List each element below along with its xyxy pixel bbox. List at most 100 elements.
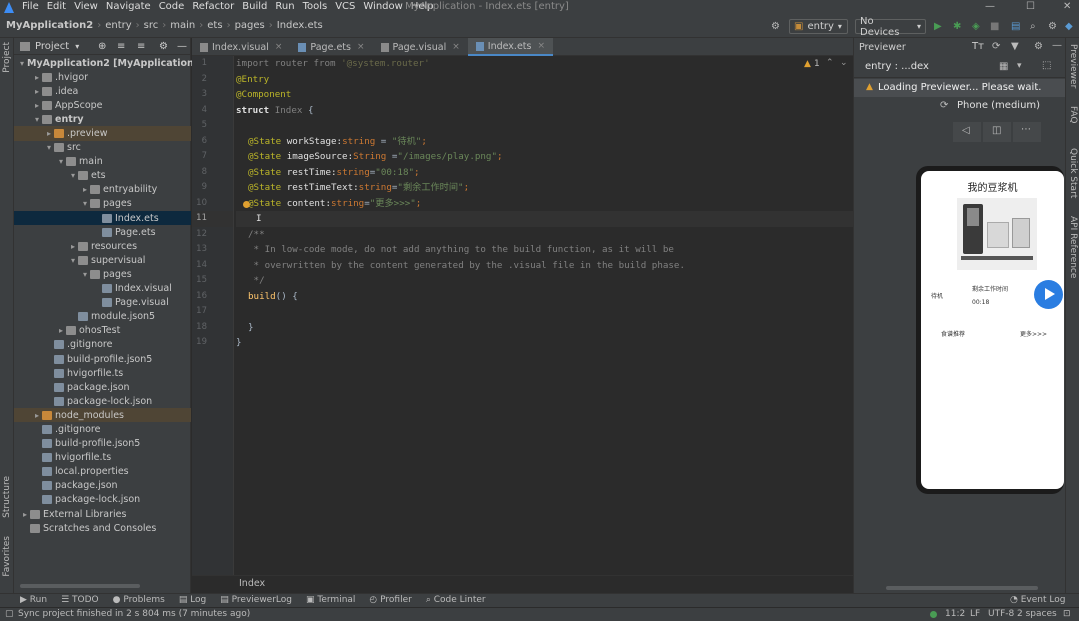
- editor-tab[interactable]: Index.visual ×: [192, 38, 290, 56]
- menu-code[interactable]: Code: [159, 1, 185, 12]
- chevron-down-icon[interactable]: ▾: [1017, 61, 1022, 71]
- tool-window-project[interactable]: Project: [2, 42, 12, 73]
- project-view-select[interactable]: Project: [35, 41, 69, 52]
- tree-item[interactable]: Page.ets: [14, 225, 191, 239]
- chevron-down-icon[interactable]: ▾: [44, 143, 54, 152]
- caret-position[interactable]: 11:2: [945, 609, 965, 619]
- back-button[interactable]: ◁: [953, 122, 981, 142]
- tool-window-code-linter[interactable]: ⌕ Code Linter: [426, 595, 486, 605]
- horizontal-scrollbar[interactable]: [20, 584, 140, 588]
- tool-window-previewerlog[interactable]: ▤ PreviewerLog: [220, 595, 292, 605]
- menu-view[interactable]: View: [74, 1, 98, 12]
- minimize-icon[interactable]: —: [985, 1, 995, 12]
- editor-tab[interactable]: Page.ets ×: [290, 38, 372, 56]
- run-config-select[interactable]: ▣ entry ▾: [789, 19, 848, 34]
- chevron-right-icon[interactable]: ▸: [56, 326, 66, 335]
- text-tool-icon[interactable]: Tт: [972, 41, 984, 52]
- close-icon[interactable]: ✕: [1063, 1, 1071, 12]
- expand-all-icon[interactable]: ≡: [117, 41, 125, 52]
- tree-item[interactable]: Index.ets: [14, 211, 191, 226]
- tool-window-todo[interactable]: ☰ TODO: [61, 595, 99, 605]
- bulb-icon[interactable]: [243, 201, 250, 208]
- breadcrumb-item[interactable]: entry: [105, 20, 131, 31]
- menu-build[interactable]: Build: [242, 1, 267, 12]
- tree-item[interactable]: ▸ .idea: [14, 84, 191, 98]
- close-tab-icon[interactable]: ×: [452, 42, 460, 52]
- editor-breadcrumb[interactable]: Index: [239, 578, 265, 589]
- chevron-right-icon[interactable]: ▸: [32, 87, 42, 96]
- tree-item[interactable]: build-profile.json5: [14, 437, 191, 451]
- tool-window-faq[interactable]: FAQ: [1068, 106, 1078, 123]
- tree-item[interactable]: package.json: [14, 479, 191, 493]
- indent-setting[interactable]: 2 spaces: [1017, 609, 1057, 619]
- chevron-down-icon[interactable]: ▾: [80, 199, 90, 208]
- tree-item[interactable]: local.properties: [14, 465, 191, 479]
- tree-item[interactable]: ▸ ohosTest: [14, 324, 191, 338]
- inspector-icon[interactable]: ▼: [1011, 41, 1019, 52]
- close-tab-icon[interactable]: ×: [275, 42, 283, 52]
- code-area[interactable]: import router from '@system.router' @Ent…: [236, 56, 853, 351]
- tree-item[interactable]: package-lock.json: [14, 394, 191, 408]
- locate-icon[interactable]: ⊕: [98, 41, 106, 52]
- editor-tab[interactable]: Page.visual ×: [373, 38, 468, 56]
- tool-window-log[interactable]: ▤ Log: [179, 595, 206, 605]
- attach-debugger-icon[interactable]: ◈: [972, 21, 980, 32]
- chevron-right-icon[interactable]: ▸: [32, 101, 42, 110]
- health-indicator-icon[interactable]: [930, 611, 937, 618]
- hide-icon[interactable]: —: [1052, 40, 1062, 51]
- menu-vcs[interactable]: VCS: [335, 1, 355, 12]
- tree-item[interactable]: .gitignore: [14, 422, 191, 436]
- tool-window-problems[interactable]: ● Problems: [113, 595, 165, 605]
- settings-gear-icon[interactable]: ⚙: [771, 21, 780, 32]
- tree-item[interactable]: ▸ resources: [14, 239, 191, 253]
- tree-item[interactable]: build-profile.json5: [14, 352, 191, 366]
- chevron-right-icon[interactable]: ▸: [80, 185, 90, 194]
- menu-refactor[interactable]: Refactor: [192, 1, 234, 12]
- tool-window-quick-start[interactable]: Quick Start: [1068, 148, 1078, 198]
- tool-window-favorites[interactable]: Favorites: [2, 536, 12, 577]
- chevron-right-icon[interactable]: ▸: [20, 510, 30, 519]
- breadcrumb-item[interactable]: Index.ets: [277, 20, 323, 31]
- chevron-down-icon[interactable]: ▾: [75, 42, 79, 51]
- chevron-right-icon[interactable]: ▸: [44, 129, 54, 138]
- tree-item[interactable]: hvigorfile.ts: [14, 366, 191, 380]
- gear-icon[interactable]: ⚙: [159, 41, 168, 52]
- menu-edit[interactable]: Edit: [47, 1, 66, 12]
- breadcrumb-item[interactable]: ets: [207, 20, 222, 31]
- tree-item[interactable]: Scratches and Consoles: [14, 521, 191, 535]
- event-log-button[interactable]: ◔ Event Log: [1010, 595, 1065, 605]
- grid-icon[interactable]: ▦: [999, 61, 1008, 72]
- search-icon[interactable]: ⌕: [1030, 21, 1036, 32]
- tree-item[interactable]: ▾ pages: [14, 197, 191, 211]
- lock-icon[interactable]: ⊡: [1063, 609, 1071, 619]
- tool-window-previewer[interactable]: Previewer: [1068, 44, 1078, 88]
- chevron-down-icon[interactable]: ▾: [32, 115, 42, 124]
- tool-window-terminal[interactable]: ▣ Terminal: [306, 595, 355, 605]
- tree-item[interactable]: ▾ entry: [14, 112, 191, 126]
- file-encoding[interactable]: UTF-8: [988, 609, 1014, 619]
- breadcrumb-item[interactable]: src: [144, 20, 159, 31]
- tree-item[interactable]: ▸ .hvigor: [14, 70, 191, 84]
- close-tab-icon[interactable]: ×: [537, 41, 545, 51]
- status-message[interactable]: Sync project finished in 2 s 804 ms (7 m…: [18, 609, 250, 619]
- next-highlight-icon[interactable]: ⌄: [840, 58, 848, 68]
- stop-icon[interactable]: ■: [990, 21, 999, 32]
- chevron-right-icon[interactable]: ▸: [32, 411, 42, 420]
- tree-item[interactable]: ▾ src: [14, 141, 191, 155]
- tool-window-run[interactable]: ▶ Run: [20, 595, 47, 605]
- tool-window-profiler[interactable]: ◴ Profiler: [369, 595, 411, 605]
- tree-item[interactable]: ▸ entryability: [14, 183, 191, 197]
- tool-window-api-reference[interactable]: API Reference: [1068, 216, 1078, 278]
- more-button[interactable]: ⋯: [1013, 122, 1041, 142]
- line-separator[interactable]: LF: [970, 609, 980, 619]
- chevron-down-icon[interactable]: ▾: [68, 171, 78, 180]
- phone-screen[interactable]: 我的豆浆机 待机 剩余工作时间 00:18 食谱推荐 更多>>>: [921, 171, 1064, 489]
- tree-item[interactable]: Page.visual: [14, 296, 191, 310]
- run-icon[interactable]: ▶: [934, 21, 942, 32]
- device-manager-icon[interactable]: ▤: [1011, 21, 1020, 32]
- more-link[interactable]: 更多>>>: [1020, 329, 1047, 338]
- tree-item[interactable]: ▸ .preview: [14, 126, 191, 141]
- tree-item[interactable]: ▾ pages: [14, 267, 191, 281]
- tree-item[interactable]: .gitignore: [14, 338, 191, 352]
- chevron-down-icon[interactable]: ▾: [56, 157, 66, 166]
